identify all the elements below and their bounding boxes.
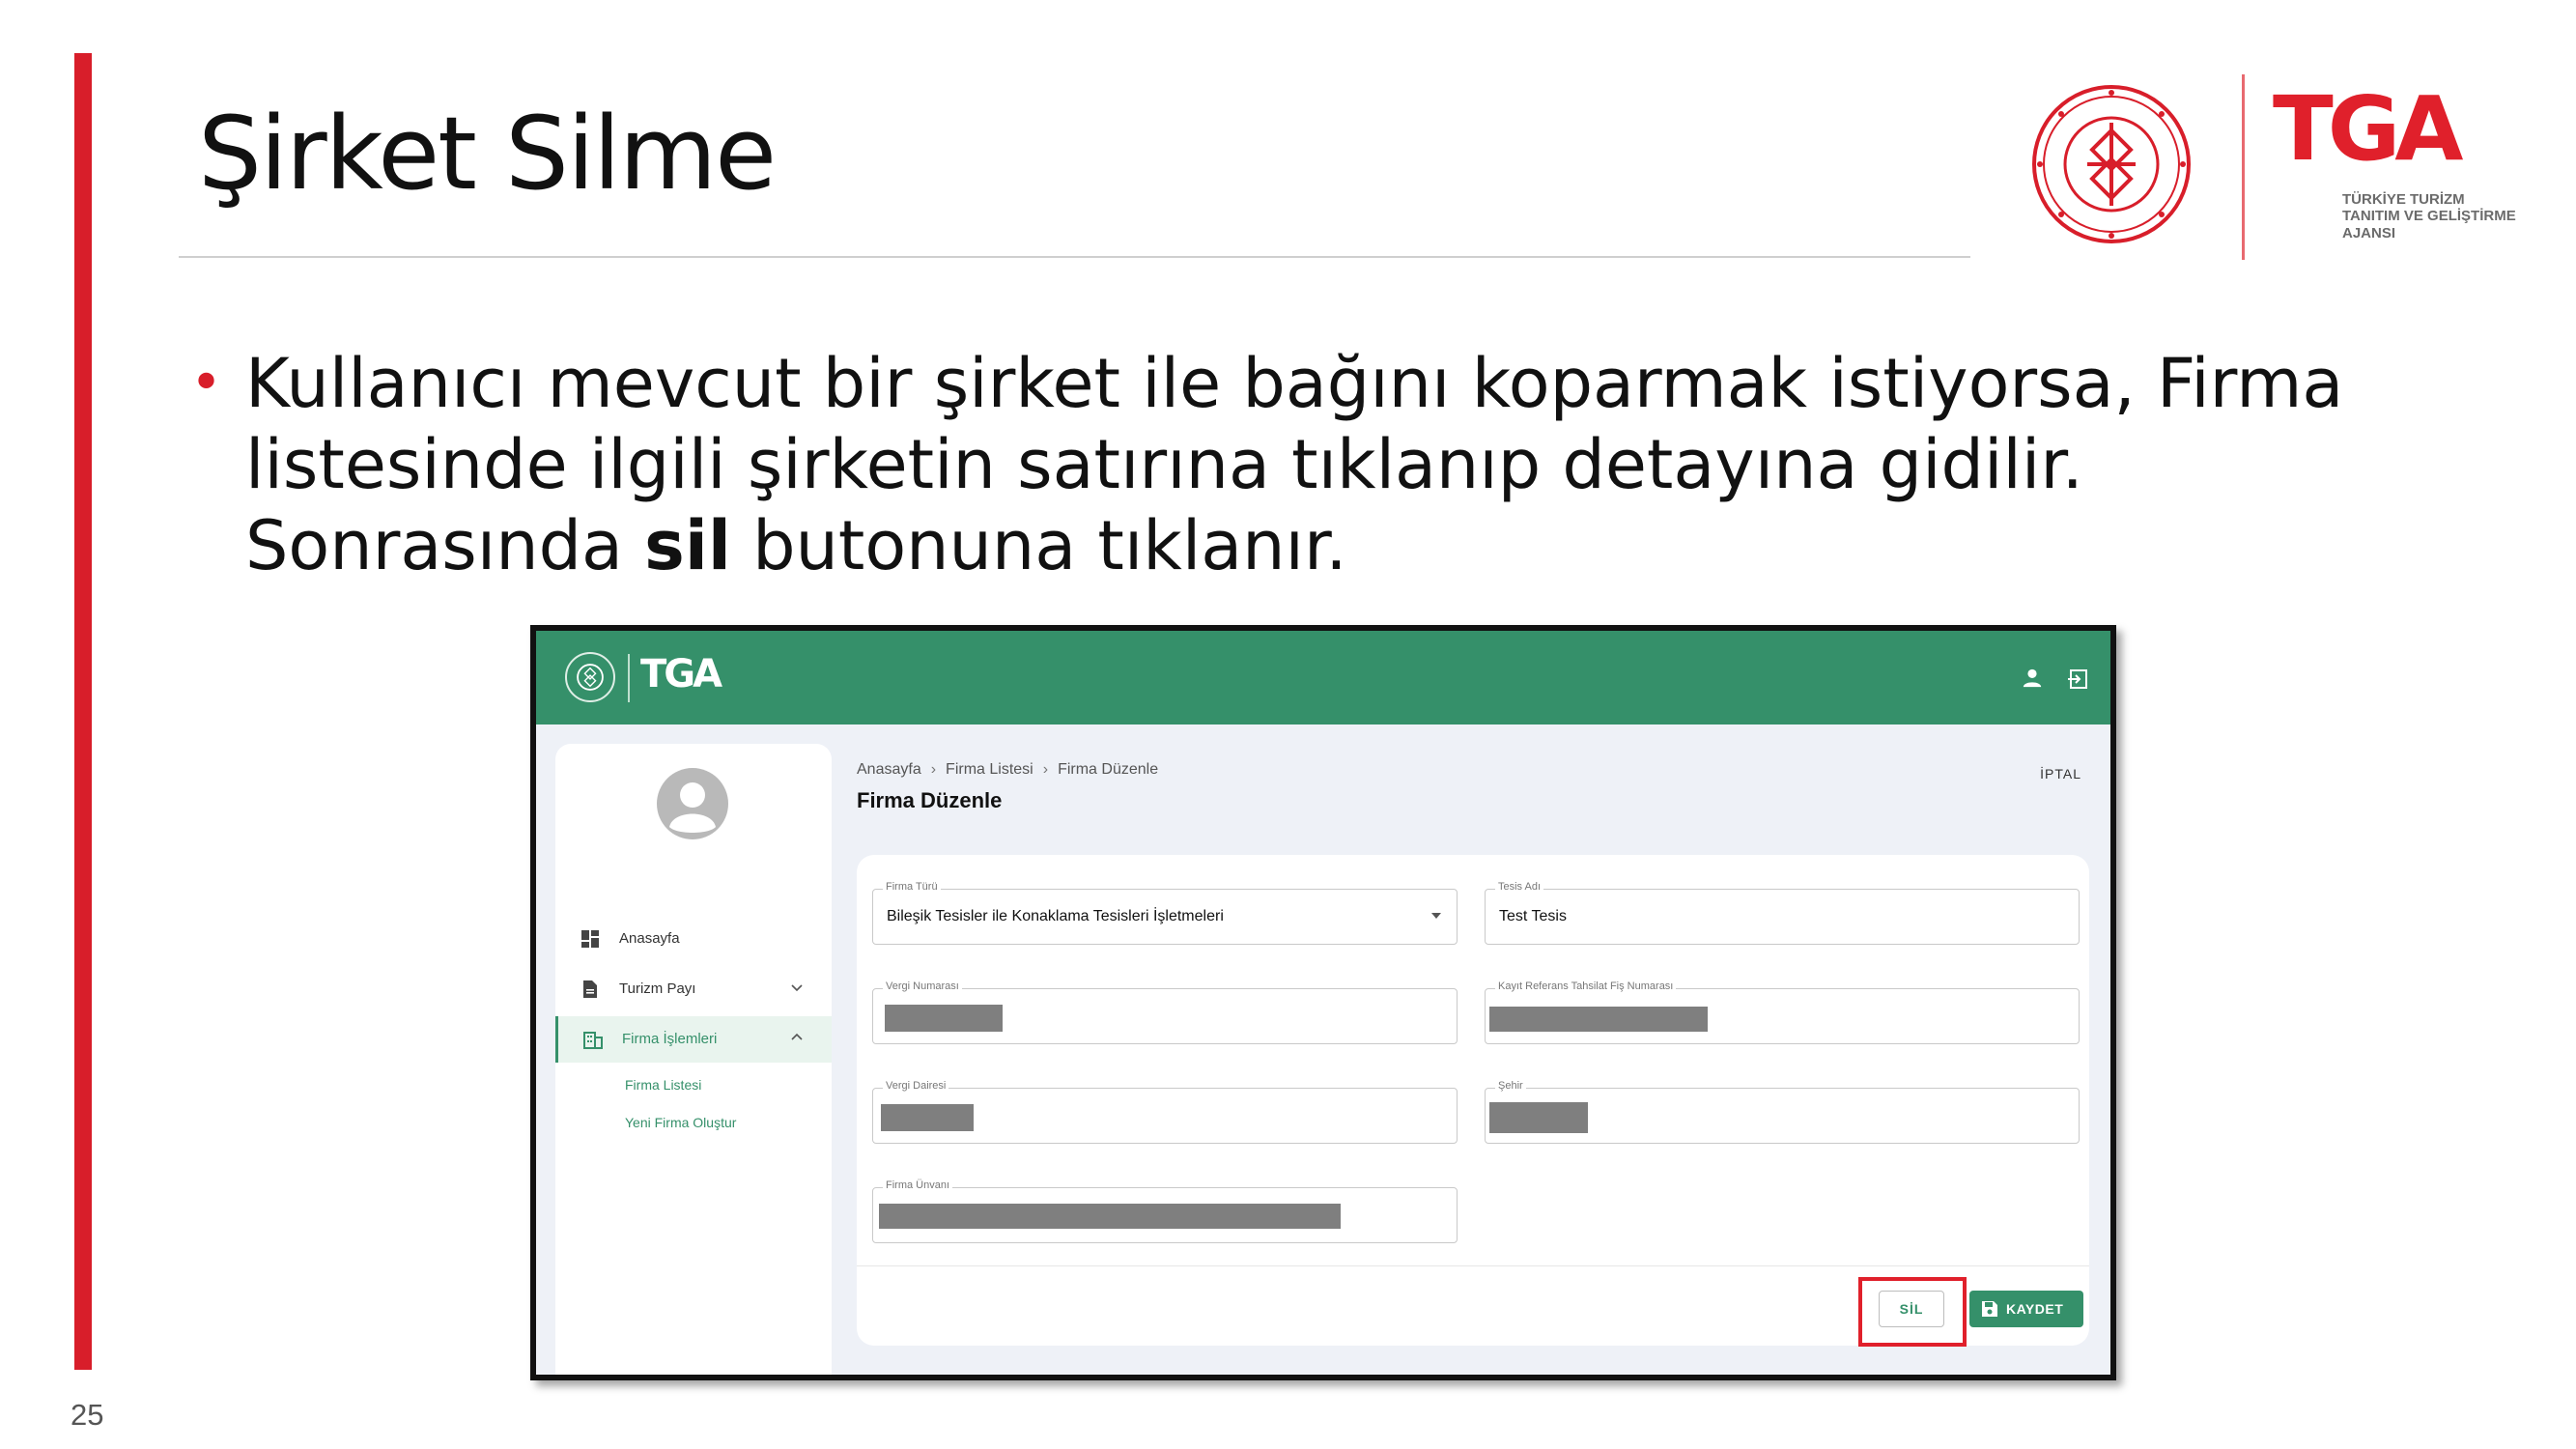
header-tga-logo: TGA: [640, 652, 722, 696]
logout-icon[interactable]: [2066, 668, 2089, 691]
chevron-down-icon: [791, 984, 803, 992]
redacted-value: [885, 1005, 1003, 1032]
form-card: Firma Türü Bileşik Tesisler ile Konaklam…: [857, 855, 2089, 1347]
sidebar-subitem-firma-listesi[interactable]: Firma Listesi: [625, 1077, 701, 1093]
dashboard-icon: [581, 930, 599, 948]
building-icon: [583, 1032, 603, 1049]
redacted-value: [1489, 1102, 1588, 1133]
tga-subtitle-line: TÜRKİYE TURİZM: [2342, 191, 2465, 208]
tga-logo: TGA TÜRKİYE TURİZM TANITIM VE GELİŞTİRME…: [2273, 77, 2535, 242]
tga-logo-word: TGA: [2273, 77, 2463, 181]
redacted-value: [1489, 1007, 1708, 1032]
sidebar-item-label: Turizm Payı: [619, 980, 696, 997]
sehir-field[interactable]: Şehir: [1485, 1080, 2080, 1144]
delete-button-highlight: [1858, 1277, 1967, 1347]
redacted-value: [881, 1104, 974, 1131]
vergi-numarasi-field[interactable]: Vergi Numarası: [872, 980, 1458, 1044]
vergi-dairesi-field[interactable]: Vergi Dairesi: [872, 1080, 1458, 1144]
field-value: Test Tesis: [1499, 908, 1567, 924]
field-label: Vergi Dairesi: [883, 1080, 949, 1092]
app-header: TGA: [536, 631, 2110, 724]
sidebar-item-label: Anasayfa: [619, 930, 680, 947]
breadcrumb-separator-icon: ›: [930, 761, 937, 778]
firma-turu-select[interactable]: Firma Türü Bileşik Tesisler ile Konaklam…: [872, 881, 1458, 945]
field-label: Firma Ünvanı: [883, 1179, 953, 1191]
tga-logo-subtitle: TÜRKİYE TURİZM TANITIM VE GELİŞTİRME AJA…: [2342, 191, 2535, 242]
tga-subtitle-line: TANITIM VE GELİŞTİRME: [2342, 208, 2516, 225]
bullet-text-part: butonuna tıklanır.: [730, 506, 1347, 585]
field-label: Firma Türü: [883, 881, 941, 893]
dropdown-arrow-icon: [1431, 913, 1441, 919]
redacted-value: [879, 1204, 1341, 1229]
document-icon: [583, 980, 597, 998]
cancel-button[interactable]: İPTAL: [2040, 766, 2081, 781]
save-icon: [1982, 1301, 1997, 1317]
logo-divider: [2242, 74, 2245, 260]
kayit-referans-field[interactable]: Kayıt Referans Tahsilat Fiş Numarası: [1485, 980, 2080, 1044]
bullet-text-bold: sil: [644, 506, 731, 585]
accent-bar: [74, 53, 92, 1370]
sidebar-item-anasayfa[interactable]: Anasayfa: [555, 916, 832, 962]
card-divider: [857, 1265, 2089, 1266]
bullet-paragraph: • Kullanıcı mevcut bir şirket ile bağını…: [190, 343, 2417, 586]
field-label: Şehir: [1495, 1080, 1526, 1092]
breadcrumb-item: Firma Düzenle: [1058, 761, 1159, 778]
sidebar-subitem-yeni-firma[interactable]: Yeni Firma Oluştur: [625, 1115, 736, 1130]
save-button-label: KAYDET: [2006, 1301, 2064, 1317]
field-label: Kayıt Referans Tahsilat Fiş Numarası: [1495, 980, 1677, 992]
breadcrumb-item[interactable]: Firma Listesi: [946, 761, 1033, 778]
breadcrumb-separator-icon: ›: [1042, 761, 1049, 778]
ministry-seal-icon: [565, 652, 615, 702]
firma-unvani-field[interactable]: Firma Ünvanı: [872, 1179, 1458, 1243]
title-divider: [179, 256, 1970, 258]
bullet-text: Kullanıcı mevcut bir şirket ile bağını k…: [245, 343, 2417, 586]
tga-subtitle-line: AJANSI: [2342, 224, 2396, 242]
ministry-seal-icon: [2032, 85, 2191, 243]
page-title: Firma Düzenle: [857, 788, 1003, 812]
page-number: 25: [71, 1398, 104, 1432]
sidebar-item-label: Firma İşlemleri: [622, 1031, 718, 1047]
avatar-icon: [657, 768, 728, 839]
breadcrumb: Anasayfa › Firma Listesi › Firma Düzenle: [857, 761, 1158, 779]
save-button[interactable]: KAYDET: [1969, 1291, 2083, 1327]
field-label: Vergi Numarası: [883, 980, 962, 992]
breadcrumb-item[interactable]: Anasayfa: [857, 761, 921, 778]
chevron-up-icon: [791, 1033, 803, 1040]
app-screenshot: TGA Anasayfa Turizm Payı Firma İşlemleri…: [530, 625, 2116, 1380]
tesis-adi-field[interactable]: Tesis Adı Test Tesis: [1485, 881, 2080, 945]
slide-title: Şirket Silme: [198, 95, 777, 213]
bullet-marker: •: [190, 352, 223, 414]
field-label: Tesis Adı: [1495, 881, 1544, 893]
field-value: Bileşik Tesisler ile Konaklama Tesisleri…: [887, 908, 1224, 924]
header-divider: [628, 654, 630, 702]
user-icon[interactable]: [2022, 668, 2043, 689]
sidebar: Anasayfa Turizm Payı Firma İşlemleri Fir…: [555, 744, 832, 1375]
sidebar-item-turizm-payi[interactable]: Turizm Payı: [555, 966, 832, 1012]
sidebar-item-firma-islemleri[interactable]: Firma İşlemleri: [555, 1016, 832, 1063]
